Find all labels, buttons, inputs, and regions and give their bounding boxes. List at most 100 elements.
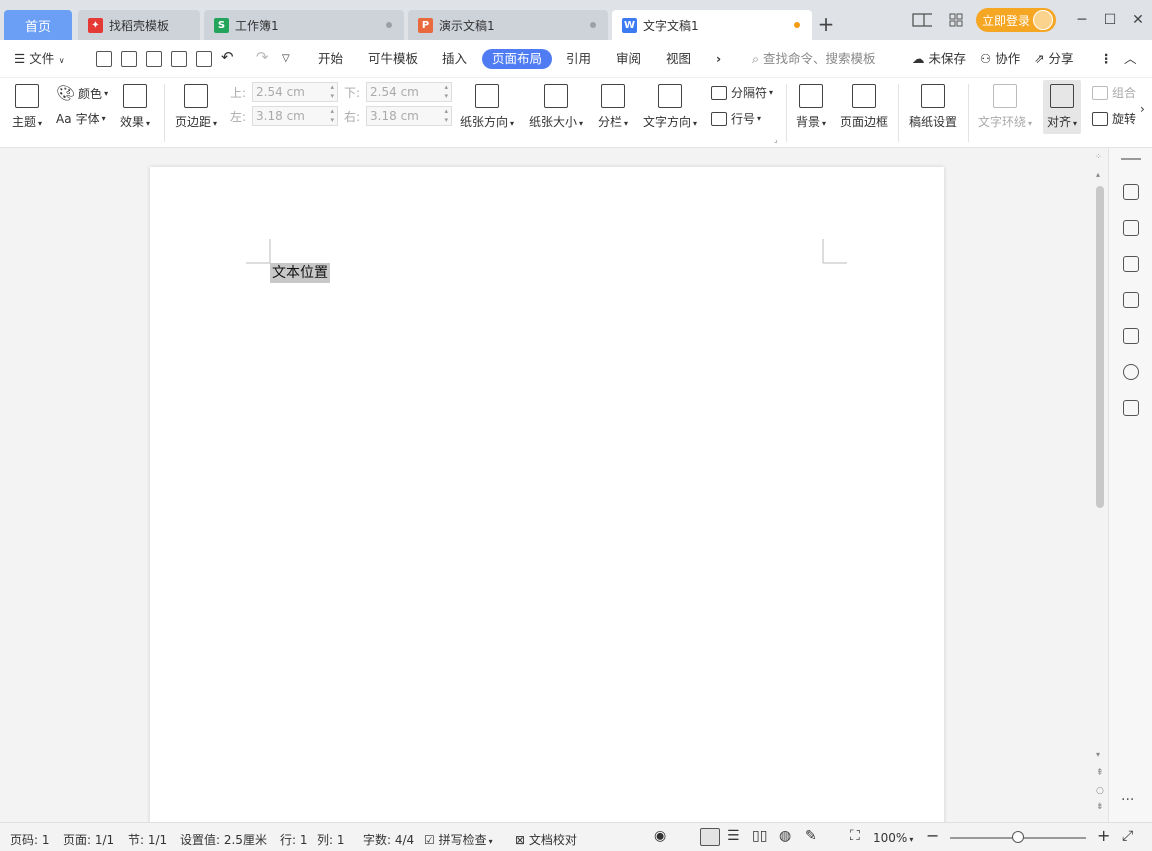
scroll-down-icon[interactable]: ▾ <box>1096 750 1100 759</box>
cursor-icon[interactable] <box>1123 256 1139 272</box>
zoom-slider-knob[interactable] <box>1012 831 1024 843</box>
undo-icon[interactable]: ↶ <box>221 48 234 66</box>
margin-left-value[interactable]: 3.18 cm <box>252 106 339 126</box>
status-word-count[interactable]: 字数: 4/4 <box>363 831 414 848</box>
customize-icon[interactable]: ▽ <box>282 50 290 68</box>
save-icon[interactable] <box>121 51 137 67</box>
apps-grid-icon[interactable] <box>946 10 966 30</box>
spell-check-button[interactable]: ☑ 拼写检查 ▾ <box>424 831 493 848</box>
file-menu[interactable]: ☰ 文件 ∨ <box>14 50 65 68</box>
maximize-icon[interactable]: ☐ <box>1100 10 1120 30</box>
manuscript-button[interactable]: 稿纸设置 <box>909 84 957 130</box>
font-button[interactable]: Aa 字体 ▾ <box>56 110 106 127</box>
print-preview-icon[interactable] <box>196 51 212 67</box>
print-icon[interactable] <box>171 51 187 67</box>
tab-presentation[interactable]: P 演示文稿1 <box>408 10 608 40</box>
margin-top-field[interactable]: 上: 2.54 cm <box>230 82 339 102</box>
breaks-button[interactable]: 分隔符 ▾ <box>711 84 773 101</box>
text-wrap-button[interactable]: 文字环绕 ▾ <box>978 84 1032 130</box>
zoom-out-icon[interactable]: − <box>926 826 939 845</box>
page-borders-button[interactable]: 页面边框 <box>840 84 888 130</box>
status-col[interactable]: 列: 1 <box>317 831 345 848</box>
redo-icon[interactable]: ↷ <box>256 48 269 66</box>
more-icon[interactable]: ··· <box>1121 792 1134 808</box>
close-icon[interactable]: ✕ <box>1128 10 1148 30</box>
group-button[interactable]: 组合 <box>1092 84 1136 101</box>
menu-templates[interactable]: 可牛模板 <box>368 50 418 68</box>
columns-button[interactable]: 分栏 ▾ <box>598 84 628 130</box>
page-view-icon[interactable] <box>700 828 720 846</box>
layout-icon[interactable] <box>912 10 932 30</box>
fit-page-icon[interactable]: ⛶ <box>850 828 860 844</box>
collapse-ribbon-icon[interactable]: ︿ <box>1124 50 1137 68</box>
document-canvas[interactable]: 文本位置 <box>0 148 1092 827</box>
proofread-button[interactable]: ⊠ 文档校对 <box>515 831 577 848</box>
sidebar-handle-icon[interactable] <box>1121 158 1141 160</box>
page-setup-launcher-icon[interactable]: ⌟ <box>774 135 778 144</box>
minimize-icon[interactable]: ─ <box>1072 10 1092 30</box>
pen-icon[interactable] <box>1123 220 1139 236</box>
menu-review[interactable]: 审阅 <box>616 50 641 68</box>
effect-button[interactable]: 效果 ▾ <box>120 84 150 130</box>
orientation-button[interactable]: 纸张方向 ▾ <box>460 84 514 130</box>
reading-view-icon[interactable]: ▯▯ <box>752 828 767 844</box>
theme-button[interactable]: 主题 ▾ <box>12 84 42 130</box>
scrollbar-thumb[interactable] <box>1096 186 1104 508</box>
document-text[interactable]: 文本位置 <box>270 263 330 283</box>
tab-workbook[interactable]: S 工作簿1 <box>204 10 404 40</box>
margins-button[interactable]: 页边距 ▾ <box>175 84 217 130</box>
write-mode-icon[interactable]: ✎ <box>805 828 817 844</box>
login-button[interactable]: 立即登录 <box>976 8 1056 32</box>
vertical-scrollbar[interactable]: ⁘ ▴ ▾ ⇞ ○ ⇟ <box>1092 148 1108 822</box>
outline-view-icon[interactable]: ☰ <box>727 828 740 844</box>
menu-insert[interactable]: 插入 <box>442 50 467 68</box>
status-setting[interactable]: 设置值: 2.5厘米 <box>180 831 267 848</box>
align-button[interactable]: 对齐 ▾ <box>1043 80 1082 134</box>
export-pdf-icon[interactable] <box>146 51 162 67</box>
collab-button[interactable]: ⚇ 协作 <box>980 50 1020 68</box>
tab-template[interactable]: ✦ 找稻壳模板 <box>78 10 200 40</box>
tab-home[interactable]: 首页 <box>4 10 72 40</box>
text-direction-button[interactable]: 文字方向 ▾ <box>643 84 697 130</box>
margin-bottom-value[interactable]: 2.54 cm <box>366 82 453 102</box>
menu-start[interactable]: 开始 <box>318 50 343 68</box>
command-search[interactable]: ⌕ 查找命令、搜索模板 <box>752 50 876 68</box>
rotate-button[interactable]: 旋转 <box>1092 110 1136 127</box>
menu-view[interactable]: 视图 <box>666 50 691 68</box>
unsaved-dot-icon[interactable] <box>794 22 800 28</box>
fullscreen-icon[interactable]: ⤢ <box>1122 828 1133 844</box>
menu-page-layout[interactable]: 页面布局 <box>482 49 553 69</box>
zoom-in-icon[interactable]: + <box>1097 826 1110 845</box>
rocket-icon[interactable] <box>1123 184 1139 200</box>
sliders-icon[interactable] <box>1123 292 1139 308</box>
book-search-icon[interactable] <box>1123 400 1139 416</box>
share-button[interactable]: ⇗ 分享 <box>1034 50 1073 68</box>
scroll-up-icon[interactable]: ▴ <box>1096 170 1100 179</box>
tab-document[interactable]: W 文字文稿1 <box>612 10 812 40</box>
status-section[interactable]: 节: 1/1 <box>128 831 167 848</box>
status-pages[interactable]: 页面: 1/1 <box>63 831 114 848</box>
unsaved-button[interactable]: ☁ 未保存 <box>912 50 966 68</box>
web-view-icon[interactable]: ◍ <box>779 828 791 844</box>
margin-top-value[interactable]: 2.54 cm <box>252 82 339 102</box>
select-browse-icon[interactable]: ○ <box>1096 786 1104 796</box>
paper-size-button[interactable]: 纸张大小 ▾ <box>529 84 583 130</box>
color-button[interactable]: 🎨︎ 颜色 ▾ <box>56 84 108 102</box>
more-options-icon[interactable]: ⋮ <box>1100 50 1113 68</box>
document-page[interactable]: 文本位置 <box>150 167 944 827</box>
compass-icon[interactable] <box>1123 364 1139 380</box>
image-edit-icon[interactable] <box>1123 328 1139 344</box>
background-button[interactable]: 背景 ▾ <box>796 84 826 130</box>
new-tab-button[interactable]: + <box>816 12 836 36</box>
tab-close-icon[interactable] <box>386 22 392 28</box>
status-page-no[interactable]: 页码: 1 <box>10 831 50 848</box>
margin-left-field[interactable]: 左: 3.18 cm <box>230 106 339 126</box>
tab-close-icon[interactable] <box>590 22 596 28</box>
eye-protection-icon[interactable]: ◉ <box>654 828 666 844</box>
zoom-level[interactable]: 100% ▾ <box>873 831 913 845</box>
new-doc-icon[interactable] <box>96 51 112 67</box>
margin-right-value[interactable]: 3.18 cm <box>366 106 453 126</box>
status-row[interactable]: 行: 1 <box>280 831 308 848</box>
line-numbers-button[interactable]: 行号 ▾ <box>711 110 761 127</box>
next-page-icon[interactable]: ⇟ <box>1096 802 1104 812</box>
